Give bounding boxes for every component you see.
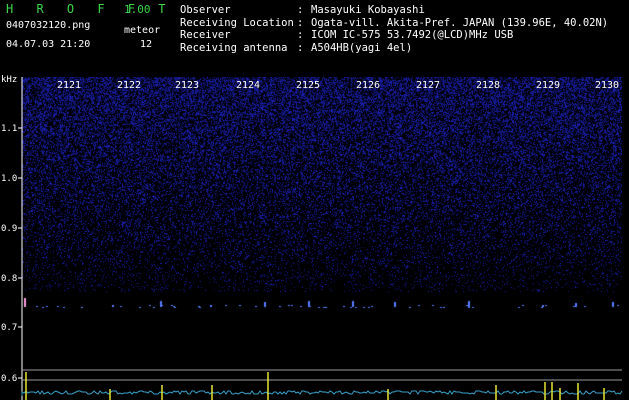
frequency-unit-label: kHz bbox=[1, 75, 18, 85]
time-label: 2126 bbox=[356, 80, 381, 91]
y-tick-label: 0.7 bbox=[1, 323, 18, 333]
time-label: 2123 bbox=[175, 80, 200, 91]
level-baseline-trace bbox=[21, 390, 623, 396]
time-label: 2130 bbox=[595, 80, 620, 91]
y-tick-label: 0.9 bbox=[1, 224, 18, 234]
spectrogram-overlay bbox=[18, 77, 623, 400]
time-label: 2127 bbox=[416, 80, 441, 91]
y-tick-label: 1.1 bbox=[1, 124, 18, 134]
y-tick-label: 0.8 bbox=[1, 274, 18, 284]
time-label: 2124 bbox=[236, 80, 261, 91]
time-label: 2129 bbox=[536, 80, 561, 91]
y-tick-label: 0.6 bbox=[1, 374, 18, 384]
time-label: 2121 bbox=[57, 80, 82, 91]
y-tick-label: 1.0 bbox=[1, 174, 18, 184]
time-label: 2122 bbox=[117, 80, 142, 91]
time-label: 2128 bbox=[476, 80, 501, 91]
time-label: 2125 bbox=[296, 80, 321, 91]
